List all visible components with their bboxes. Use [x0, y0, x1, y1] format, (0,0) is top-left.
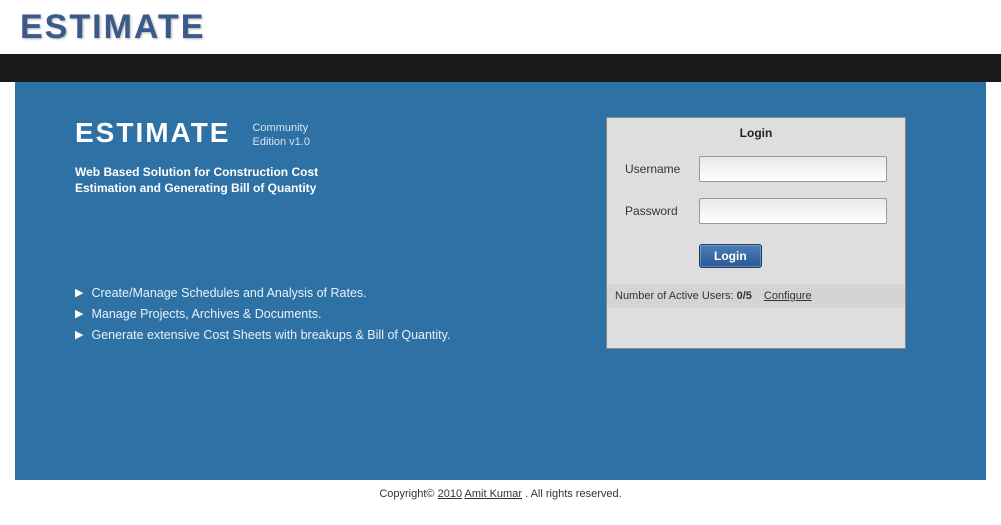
main-panel: ESTIMATE Community Edition v1.0 Web Base…	[15, 82, 986, 480]
tagline: Web Based Solution for Construction Cost…	[75, 164, 606, 196]
edition-badge: Community Edition v1.0	[252, 117, 309, 150]
copyright-label: Copyright©	[379, 488, 434, 500]
nav-bar	[0, 54, 1001, 82]
list-item: ▶ Create/Manage Schedules and Analysis o…	[75, 286, 606, 300]
triangle-icon: ▶	[75, 286, 83, 299]
username-input[interactable]	[699, 156, 887, 182]
feature-text: Generate extensive Cost Sheets with brea…	[91, 328, 450, 342]
triangle-icon: ▶	[75, 328, 83, 341]
edition-line1: Community	[252, 121, 309, 135]
feature-list: ▶ Create/Manage Schedules and Analysis o…	[75, 286, 606, 342]
password-label: Password	[625, 204, 687, 218]
username-label: Username	[625, 162, 687, 176]
tagline-line2: Estimation and Generating Bill of Quanti…	[75, 180, 606, 196]
login-panel: Login Username Password Login Number of …	[606, 117, 906, 349]
triangle-icon: ▶	[75, 307, 83, 320]
author-link[interactable]: Amit Kumar	[465, 488, 522, 500]
password-input[interactable]	[699, 198, 887, 224]
active-users-value: 0/5	[737, 290, 752, 302]
tagline-line1: Web Based Solution for Construction Cost	[75, 164, 606, 180]
copyright-year-link[interactable]: 2010	[438, 488, 462, 500]
login-footer: Number of Active Users: 0/5 Configure	[607, 284, 905, 308]
login-button[interactable]: Login	[699, 244, 762, 268]
list-item: ▶ Generate extensive Cost Sheets with br…	[75, 328, 606, 342]
active-users-label: Number of Active Users:	[615, 290, 734, 302]
page-footer: Copyright© 2010 Amit Kumar . All rights …	[0, 480, 1001, 508]
feature-text: Manage Projects, Archives & Documents.	[91, 307, 321, 321]
login-title: Login	[607, 118, 905, 148]
edition-line2: Edition v1.0	[252, 135, 309, 149]
app-title: ESTIMATE	[75, 117, 230, 149]
top-header: ESTIMATE	[0, 0, 1001, 54]
configure-link[interactable]: Configure	[764, 290, 812, 302]
list-item: ▶ Manage Projects, Archives & Documents.	[75, 307, 606, 321]
feature-text: Create/Manage Schedules and Analysis of …	[91, 286, 366, 300]
brand-logo: ESTIMATE	[20, 8, 205, 47]
rights-text: . All rights reserved.	[525, 488, 622, 500]
hero-section: ESTIMATE Community Edition v1.0 Web Base…	[75, 117, 606, 349]
